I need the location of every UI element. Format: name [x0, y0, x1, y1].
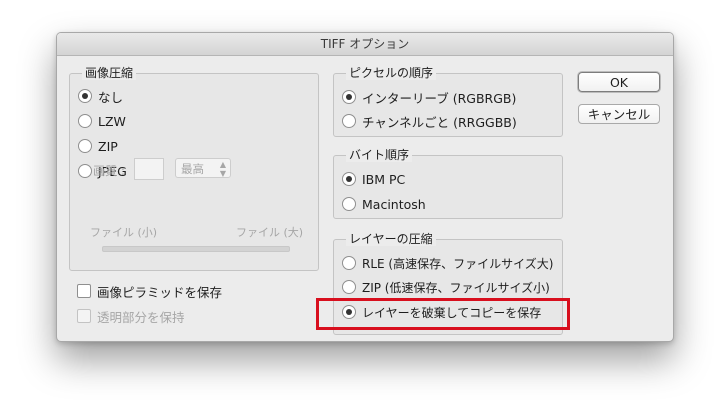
- byte-order-option-label: IBM PC: [362, 171, 406, 187]
- radio-selected-icon: [342, 172, 356, 186]
- file-size-large-label: ファイル (大): [236, 226, 304, 239]
- updown-arrows-icon: ▲ ▼: [219, 160, 226, 178]
- ok-button[interactable]: OK: [578, 72, 660, 92]
- pixel-order-option-label: チャンネルごと (RRGGBB): [362, 114, 517, 130]
- byte-order-macintosh[interactable]: Macintosh: [342, 195, 426, 213]
- checkbox-icon: [77, 284, 91, 298]
- radio-icon: [342, 280, 356, 294]
- highlight-box: [316, 298, 570, 330]
- quality-input[interactable]: [134, 158, 164, 180]
- compression-option-lzw[interactable]: LZW: [78, 112, 126, 130]
- radio-selected-icon: [342, 90, 356, 104]
- file-size-small-label: ファイル (小): [90, 226, 158, 239]
- save-transparency-checkbox[interactable]: 透明部分を保持: [77, 307, 185, 325]
- save-image-pyramid-checkbox[interactable]: 画像ピラミッドを保存: [77, 282, 222, 300]
- radio-selected-icon: [78, 89, 92, 103]
- compression-option-label: LZW: [98, 113, 126, 129]
- byte-order-option-label: Macintosh: [362, 196, 426, 212]
- compression-option-label: ZIP: [98, 138, 118, 154]
- quality-select-value: 最高: [181, 162, 204, 176]
- radio-icon: [78, 164, 92, 178]
- byte-order-ibm-pc[interactable]: IBM PC: [342, 170, 405, 188]
- pixel-order-per-channel[interactable]: チャンネルごと (RRGGBB): [342, 112, 517, 130]
- save-image-pyramid-label: 画像ピラミッドを保存: [97, 284, 223, 300]
- layer-compression-rle[interactable]: RLE (高速保存、ファイルサイズ大): [342, 254, 553, 272]
- layer-compression-option-label: ZIP (低速保存、ファイルサイズ小): [362, 280, 550, 295]
- radio-icon: [78, 114, 92, 128]
- byte-order-legend: バイト順序: [346, 148, 413, 162]
- pixel-order-interleaved[interactable]: インターリーブ (RGBRGB): [342, 88, 516, 106]
- quality-label: 画質 :: [93, 164, 125, 178]
- radio-icon: [78, 139, 92, 153]
- radio-icon: [342, 197, 356, 211]
- cancel-button[interactable]: キャンセル: [578, 104, 660, 124]
- dialog-title: TIFF オプション: [57, 33, 673, 56]
- quality-slider[interactable]: [102, 246, 290, 252]
- quality-select[interactable]: 最高 ▲ ▼: [175, 158, 231, 178]
- save-transparency-label: 透明部分を保持: [97, 309, 185, 325]
- layer-compression-option-label: RLE (高速保存、ファイルサイズ大): [362, 256, 554, 271]
- radio-icon: [342, 114, 356, 128]
- layer-compression-zip[interactable]: ZIP (低速保存、ファイルサイズ小): [342, 278, 550, 296]
- compression-option-label: なし: [98, 89, 124, 105]
- compression-option-zip[interactable]: ZIP: [78, 137, 118, 155]
- checkbox-icon: [77, 309, 91, 323]
- layer-compression-legend: レイヤーの圧縮: [346, 232, 436, 246]
- radio-icon: [342, 256, 356, 270]
- pixel-order-option-label: インターリーブ (RGBRGB): [362, 90, 517, 106]
- compression-option-none[interactable]: なし: [78, 87, 123, 105]
- pixel-order-legend: ピクセルの順序: [346, 66, 437, 80]
- image-compression-legend: 画像圧縮: [82, 66, 137, 80]
